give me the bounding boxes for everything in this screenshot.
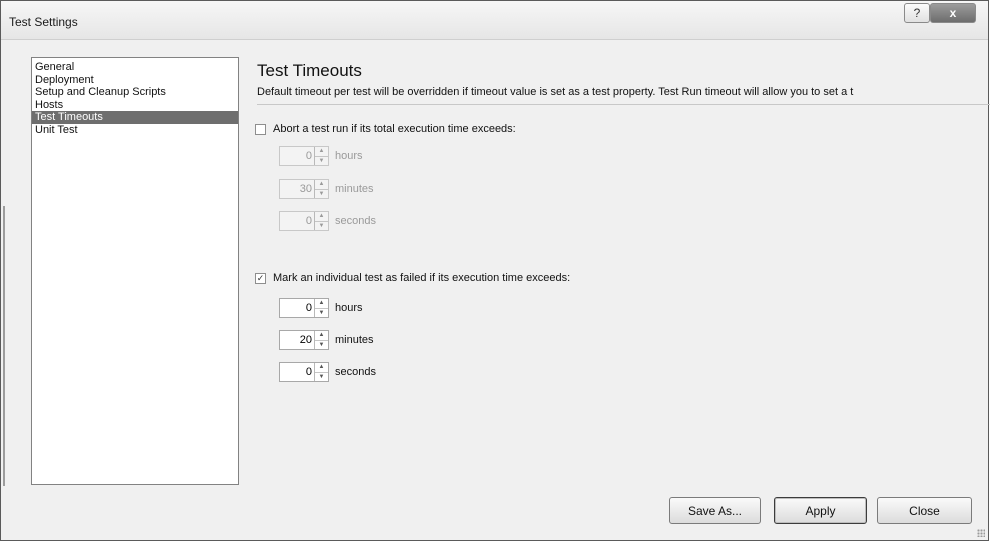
mark-minutes-value[interactable]: 20	[280, 331, 314, 349]
nav-item-hosts[interactable]: Hosts	[32, 99, 238, 112]
nav-item-deployment[interactable]: Deployment	[32, 74, 238, 87]
mark-hours-row: 0 ▲ ▼ hours	[279, 298, 363, 318]
abort-hours-stepper[interactable]: 0 ▲ ▼	[279, 146, 329, 166]
spin-down-icon[interactable]: ▼	[315, 340, 328, 350]
spin-up-icon[interactable]: ▲	[315, 212, 328, 221]
close-button[interactable]: Close	[877, 497, 972, 524]
nav-item-general[interactable]: General	[32, 61, 238, 74]
spin-up-icon[interactable]: ▲	[315, 363, 328, 372]
mark-failed-checkbox[interactable]: ✓	[255, 272, 266, 284]
mark-seconds-stepper[interactable]: 0 ▲ ▼	[279, 362, 329, 382]
abort-minutes-unit: minutes	[335, 183, 374, 195]
spin-up-icon[interactable]: ▲	[315, 147, 328, 156]
window-title: Test Settings	[9, 15, 78, 29]
left-edge-bar	[3, 206, 5, 486]
help-button[interactable]: ?	[904, 3, 930, 23]
abort-hours-unit: hours	[335, 150, 363, 162]
page-title: Test Timeouts	[257, 61, 362, 80]
abort-seconds-stepper[interactable]: 0 ▲ ▼	[279, 211, 329, 231]
test-timeouts-panel: Test Timeouts Default timeout per test w…	[255, 61, 990, 481]
abort-minutes-stepper[interactable]: 30 ▲ ▼	[279, 179, 329, 199]
spin-up-icon[interactable]: ▲	[315, 331, 328, 340]
abort-seconds-unit: seconds	[335, 215, 376, 227]
mark-minutes-row: 20 ▲ ▼ minutes	[279, 330, 374, 350]
mark-seconds-row: 0 ▲ ▼ seconds	[279, 362, 376, 382]
divider	[257, 104, 990, 105]
resize-grip-icon[interactable]	[977, 529, 985, 537]
mark-failed-option[interactable]: ✓ Mark an individual test as failed if i…	[255, 272, 570, 284]
abort-minutes-value[interactable]: 30	[280, 180, 314, 198]
abort-seconds-row: 0 ▲ ▼ seconds	[279, 211, 376, 231]
mark-failed-label: Mark an individual test as failed if its…	[273, 272, 571, 284]
save-as-button[interactable]: Save As...	[669, 497, 761, 524]
abort-hours-value[interactable]: 0	[280, 147, 314, 165]
mark-seconds-value[interactable]: 0	[280, 363, 314, 381]
spin-down-icon[interactable]: ▼	[315, 156, 328, 166]
settings-category-list[interactable]: General Deployment Setup and Cleanup Scr…	[31, 57, 239, 485]
spin-down-icon[interactable]: ▼	[315, 189, 328, 199]
mark-minutes-unit: minutes	[335, 334, 374, 346]
nav-item-setup-cleanup-scripts[interactable]: Setup and Cleanup Scripts	[32, 86, 238, 99]
mark-hours-stepper[interactable]: 0 ▲ ▼	[279, 298, 329, 318]
nav-item-test-timeouts[interactable]: Test Timeouts	[32, 111, 238, 124]
test-settings-window: Test Settings ? x General Deployment Set…	[0, 0, 990, 541]
apply-button[interactable]: Apply	[774, 497, 867, 524]
close-window-button[interactable]: x	[930, 3, 976, 23]
page-description: Default timeout per test will be overrid…	[257, 86, 854, 98]
spin-down-icon[interactable]: ▼	[315, 308, 328, 318]
title-bar: Test Settings ? x	[1, 1, 988, 40]
nav-item-unit-test[interactable]: Unit Test	[32, 124, 238, 137]
spin-down-icon[interactable]: ▼	[315, 372, 328, 382]
spin-up-icon[interactable]: ▲	[315, 180, 328, 189]
abort-run-label: Abort a test run if its total execution …	[273, 123, 516, 135]
mark-minutes-stepper[interactable]: 20 ▲ ▼	[279, 330, 329, 350]
spin-up-icon[interactable]: ▲	[315, 299, 328, 308]
abort-run-option[interactable]: Abort a test run if its total execution …	[255, 123, 516, 135]
mark-seconds-unit: seconds	[335, 366, 376, 378]
abort-run-checkbox[interactable]	[255, 123, 266, 135]
mark-hours-unit: hours	[335, 302, 363, 314]
abort-seconds-value[interactable]: 0	[280, 212, 314, 230]
mark-hours-value[interactable]: 0	[280, 299, 314, 317]
abort-hours-row: 0 ▲ ▼ hours	[279, 146, 363, 166]
abort-minutes-row: 30 ▲ ▼ minutes	[279, 179, 374, 199]
spin-down-icon[interactable]: ▼	[315, 221, 328, 231]
